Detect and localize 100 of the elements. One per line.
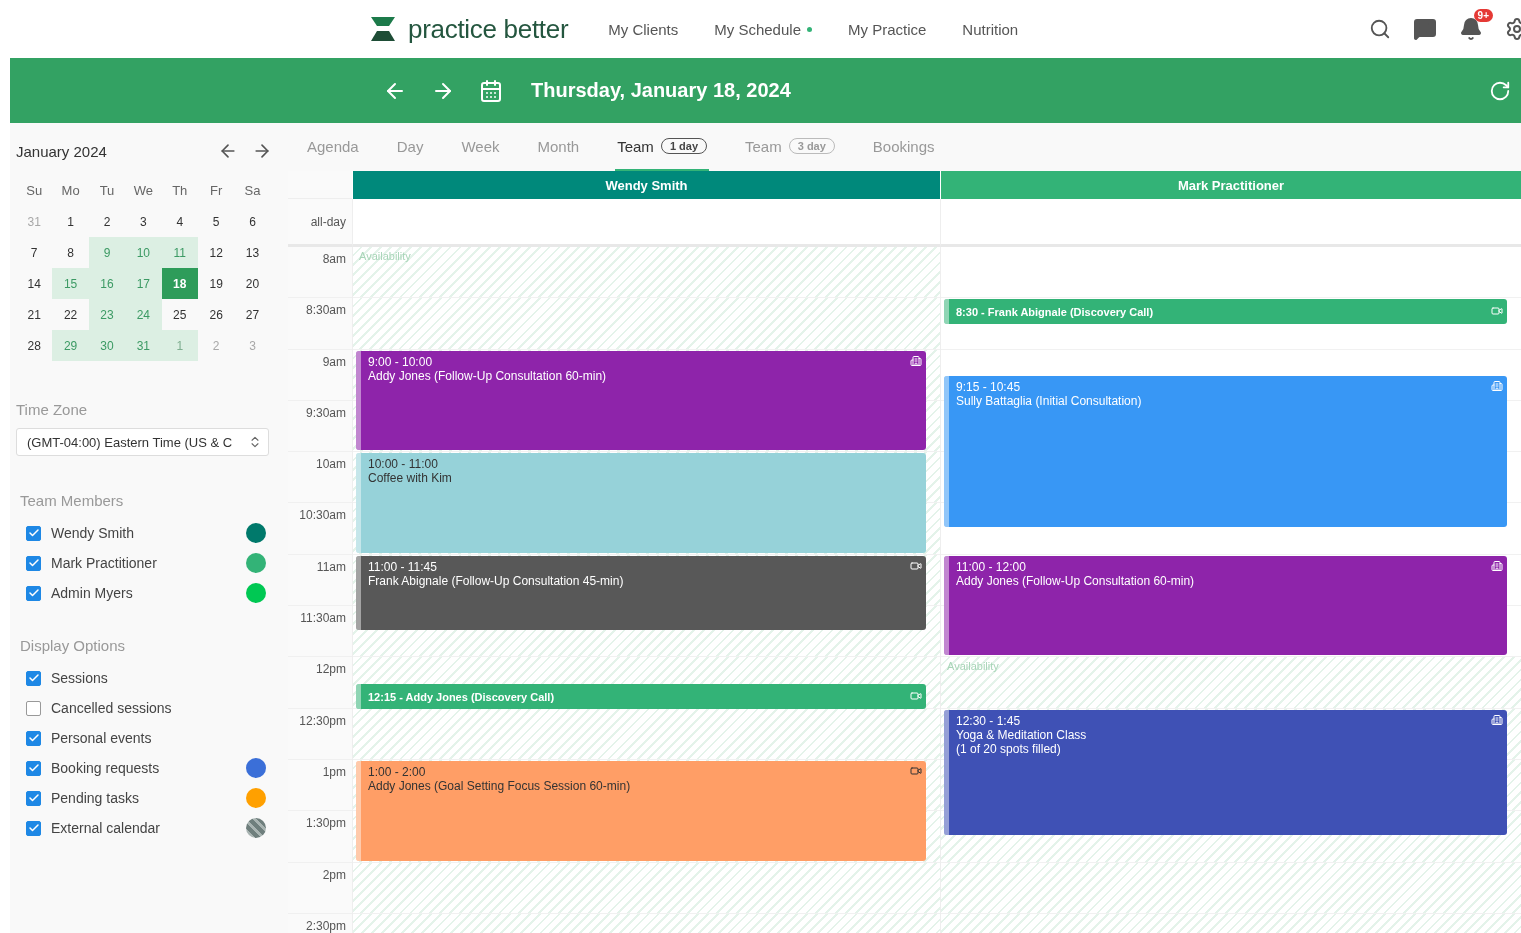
logo-text: practice better [408,13,569,45]
calendar-day[interactable]: 4 [161,206,198,237]
calendar-day[interactable]: 3 [125,206,162,237]
event-card[interactable]: 11:00 - 12:00 Addy Jones (Follow-Up Consultation 60-min) [944,555,1507,656]
event-title: Addy Jones (Follow-Up Consultation 60-min) [368,368,608,383]
calendar-day[interactable]: 8 [52,237,89,268]
event-time: 10:00 - 11:00 [368,457,439,472]
event-time: 9:15 - 10:45 [956,380,1022,395]
video-icon [910,765,922,777]
nav-link[interactable]: My Clients [608,20,679,38]
event-card[interactable]: 1:00 - 2:00 Addy Jones (Goal Setting Focus Session 60-min) [356,761,926,861]
month-title: January 2024 [16,142,108,160]
column-header: Wendy Smith [352,171,940,199]
event-title: Yoga & Meditation Class [956,727,1088,742]
calendar-day[interactable]: 12 [197,237,235,268]
weekday-label: Su [25,182,44,200]
time-zone-select[interactable]: (GMT-04:00) Eastern Time (US & C [16,428,269,456]
event-title: Sully Battaglia (Initial Consultation) [956,394,1143,409]
building-icon [910,354,922,367]
event-time: 11:00 - 12:00 [956,559,1027,574]
notifications-button[interactable] [1459,17,1483,41]
date-title: Thursday, January 18, 2024 [531,79,791,102]
calendar-day[interactable]: 13 [234,237,271,268]
refresh-button[interactable] [1489,79,1511,102]
event-time: 11:00 - 11:45 [368,559,438,574]
time-label: 8am [288,247,352,299]
event-time: 1:00 - 2:00 [368,765,427,779]
calendar-day[interactable]: 2 [88,206,126,237]
option-label: Sessions [51,670,109,686]
video-icon [1491,305,1503,318]
calendar-button[interactable] [479,78,503,103]
nav-link[interactable]: My Schedule [714,20,812,38]
calendar-day[interactable]: 22 [52,299,89,330]
time-label: 1pm [288,759,352,812]
event-card[interactable]: 10:00 - 11:00 Coffee with Kim [356,453,926,553]
time-label: 2pm [288,862,352,914]
nav-link[interactable]: My Practice [848,20,927,38]
member-name: Wendy Smith [51,525,135,541]
time-label: 11am [288,554,352,607]
calendar-day[interactable]: 21 [16,299,53,330]
checkbox[interactable] [26,585,41,601]
checkbox[interactable] [26,730,41,746]
checkbox[interactable] [26,670,41,686]
calendar-day[interactable]: 1 [52,206,89,237]
checkbox[interactable] [26,555,41,571]
weekday-label: We [132,182,154,200]
building-icon [1491,713,1503,726]
checkbox[interactable] [26,525,41,541]
time-label: 12:30pm [288,708,352,760]
checkbox[interactable] [26,700,41,716]
all-day-label: all-day [288,199,352,247]
logo-icon [370,17,396,41]
event-card[interactable]: 9:00 - 10:00 Addy Jones (Follow-Up Consultation 60-min) [356,350,926,451]
event-card[interactable]: 11:00 - 11:45 Frank Abignale (Follow-Up Consultation 45-min) [356,555,926,630]
event-title: (1 of 20 spots filled) [956,741,1062,756]
calendar-day[interactable]: 5 [197,206,235,237]
weekday-label: Tu [98,182,116,200]
event-summary: 8:30 - Frank Abignale (Discovery Call) [956,305,1154,318]
search-button[interactable] [1369,18,1391,40]
time-label: 9:30am [288,400,352,453]
member-name: Mark Practitioner [51,555,158,571]
weekday-label: Sa [243,182,262,200]
event-title: Addy Jones (Follow-Up Consultation 60-min) [956,573,1196,588]
availability-label: Availability [947,660,999,673]
option-label: Cancelled sessions [51,700,173,716]
time-label: 8:30am [288,298,352,350]
time-label: 12pm [288,657,352,709]
calendar-day[interactable]: 26 [197,299,235,330]
event-title: Frank Abignale (Follow-Up Consultation 45-min) [368,573,625,588]
calendar-day[interactable]: 25 [161,299,198,330]
option-label: External calendar [51,820,161,836]
time-label: 9am [288,349,352,401]
time-label: 10:30am [288,503,352,555]
calendar-day[interactable]: 7 [16,237,53,268]
building-icon [1491,559,1503,572]
time-label: 1:30pm [288,811,352,863]
calendar-day[interactable]: 20 [234,268,271,299]
calendar-day[interactable]: 28 [16,330,53,361]
member-name: Admin Myers [51,585,134,601]
video-icon [910,690,922,703]
nav-link[interactable]: Nutrition [962,20,1019,38]
calendar-day[interactable]: 6 [234,206,271,237]
calendar-day[interactable]: 19 [197,268,235,299]
chevron-icon [248,435,262,449]
checkbox[interactable] [26,760,41,776]
checkbox[interactable] [26,790,41,806]
calendar-day[interactable]: 27 [234,299,271,330]
option-label: Booking requests [51,760,161,776]
option-label: Pending tasks [51,790,140,806]
calendar-day[interactable]: 14 [16,268,53,299]
event-summary: 12:15 - Addy Jones (Discovery Call) [368,690,555,703]
option-label: Personal events [51,730,153,746]
checkbox[interactable] [26,820,41,836]
event-card[interactable]: 12:30 - 1:45 Yoga & Meditation Class (1 of 20 spots filled) [944,709,1507,835]
event-time: 9:00 - 10:00 [368,354,434,369]
building-icon [1491,380,1503,393]
section-title: Team Members [20,492,125,509]
chat-button[interactable] [1413,17,1437,41]
event-time: 12:30 - 1:45 [956,713,1022,728]
time-label: 11:30am [288,606,352,658]
